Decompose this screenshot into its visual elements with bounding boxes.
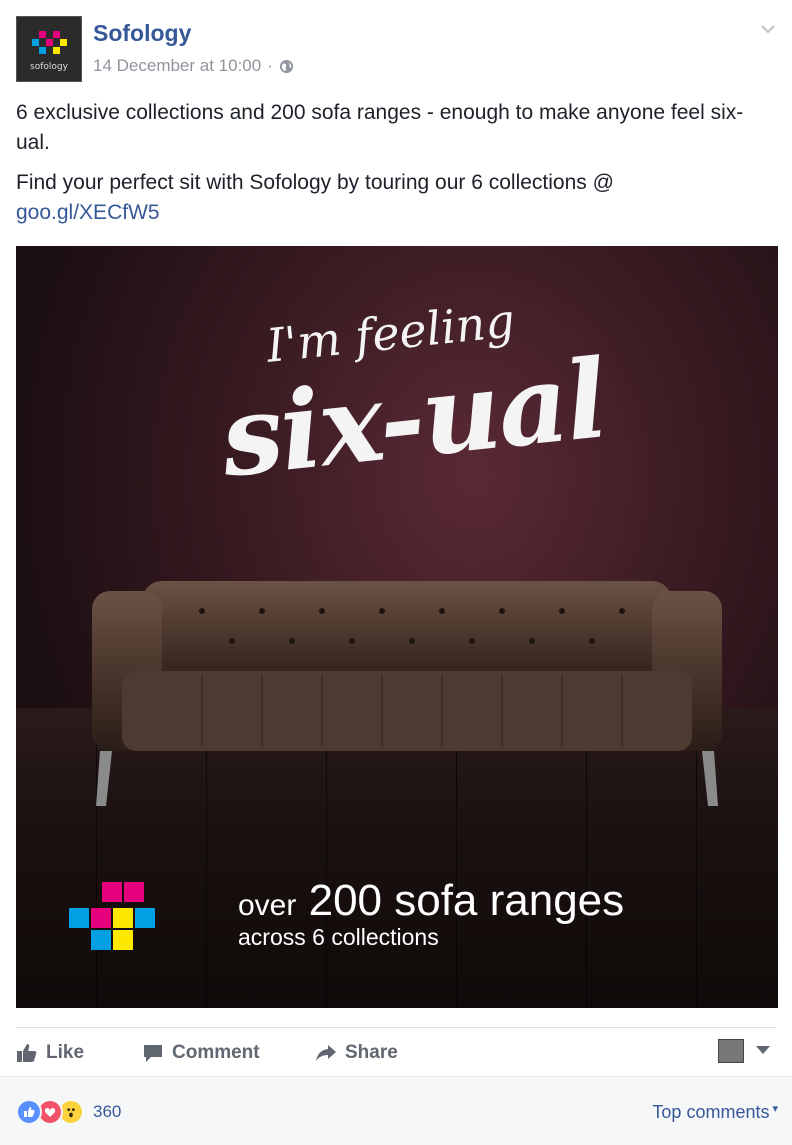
share-button[interactable]: Share xyxy=(315,1042,398,1064)
sofology-logo-square xyxy=(124,882,144,902)
tagline-prefix: over xyxy=(238,889,297,922)
comment-label: Comment xyxy=(172,1042,260,1063)
thumbs-up-icon xyxy=(17,1044,37,1062)
post-message: 6 exclusive collections and 200 sofa ran… xyxy=(16,98,776,238)
top-comments-dropdown[interactable]: Top comments ▾ xyxy=(652,1102,778,1123)
like-button[interactable]: Like xyxy=(16,1042,84,1064)
sofology-logo-square xyxy=(91,930,111,950)
reactions-summary[interactable]: 360 xyxy=(16,1099,121,1125)
share-icon xyxy=(316,1045,336,1061)
avatar-logo-pink xyxy=(46,39,53,46)
avatar-logo-pink xyxy=(53,31,60,38)
commenter-avatar[interactable] xyxy=(718,1039,744,1063)
sofology-logo-square xyxy=(91,908,111,928)
avatar-logo-yellow xyxy=(60,39,67,46)
reactions-footer: 360 Top comments ▾ xyxy=(0,1076,792,1145)
like-icon xyxy=(16,1099,42,1125)
avatar-brand-text: sofology xyxy=(30,62,68,72)
sofology-logo-square xyxy=(135,908,155,928)
page-avatar[interactable]: sofology xyxy=(16,16,82,82)
reaction-count[interactable]: 360 xyxy=(93,1102,121,1122)
action-bar: Like Comment Share xyxy=(16,1027,776,1076)
post-timestamp[interactable]: 14 December at 10:00 xyxy=(93,56,261,76)
message-text: Find your perfect sit with Sofology by t… xyxy=(16,171,614,194)
post-meta: 14 December at 10:00 · xyxy=(93,56,294,76)
share-label: Share xyxy=(345,1042,398,1063)
top-comments-label: Top comments xyxy=(652,1102,770,1122)
sofa-illustration xyxy=(92,581,722,806)
avatar-logo-blue xyxy=(39,47,46,54)
comment-button[interactable]: Comment xyxy=(142,1042,260,1064)
chevron-down-icon[interactable] xyxy=(760,22,776,36)
avatar-logo-yellow xyxy=(53,47,60,54)
sofology-logo-square xyxy=(113,930,133,950)
post-image[interactable]: I'm feeling six-ual over 200 sofa ranges… xyxy=(16,246,778,1008)
tagline-sub: across 6 collections xyxy=(238,924,439,950)
like-label: Like xyxy=(46,1042,85,1063)
sofology-logo-square xyxy=(113,908,133,928)
caret-down-icon[interactable] xyxy=(756,1046,770,1054)
message-paragraph-1: 6 exclusive collections and 200 sofa ran… xyxy=(16,101,744,154)
post-link[interactable]: goo.gl/XECfW5 xyxy=(16,201,160,224)
avatar-logo-pink xyxy=(39,31,46,38)
meta-separator: · xyxy=(267,56,273,75)
comment-icon xyxy=(144,1045,162,1062)
caret-down-icon: ▾ xyxy=(772,1103,778,1115)
sofology-logo-square xyxy=(69,908,89,928)
tagline-main-text: 200 sofa ranges xyxy=(308,876,625,925)
sofology-logo-square xyxy=(102,882,122,902)
tagline-main: over 200 sofa ranges xyxy=(238,876,624,926)
avatar-logo-blue xyxy=(32,39,39,46)
globe-icon[interactable] xyxy=(279,59,294,74)
message-paragraph-2: Find your perfect sit with Sofology by t… xyxy=(16,168,776,228)
post-header: sofology Sofology 14 December at 10:00 · xyxy=(16,16,776,82)
page-name-link[interactable]: Sofology xyxy=(93,20,191,47)
